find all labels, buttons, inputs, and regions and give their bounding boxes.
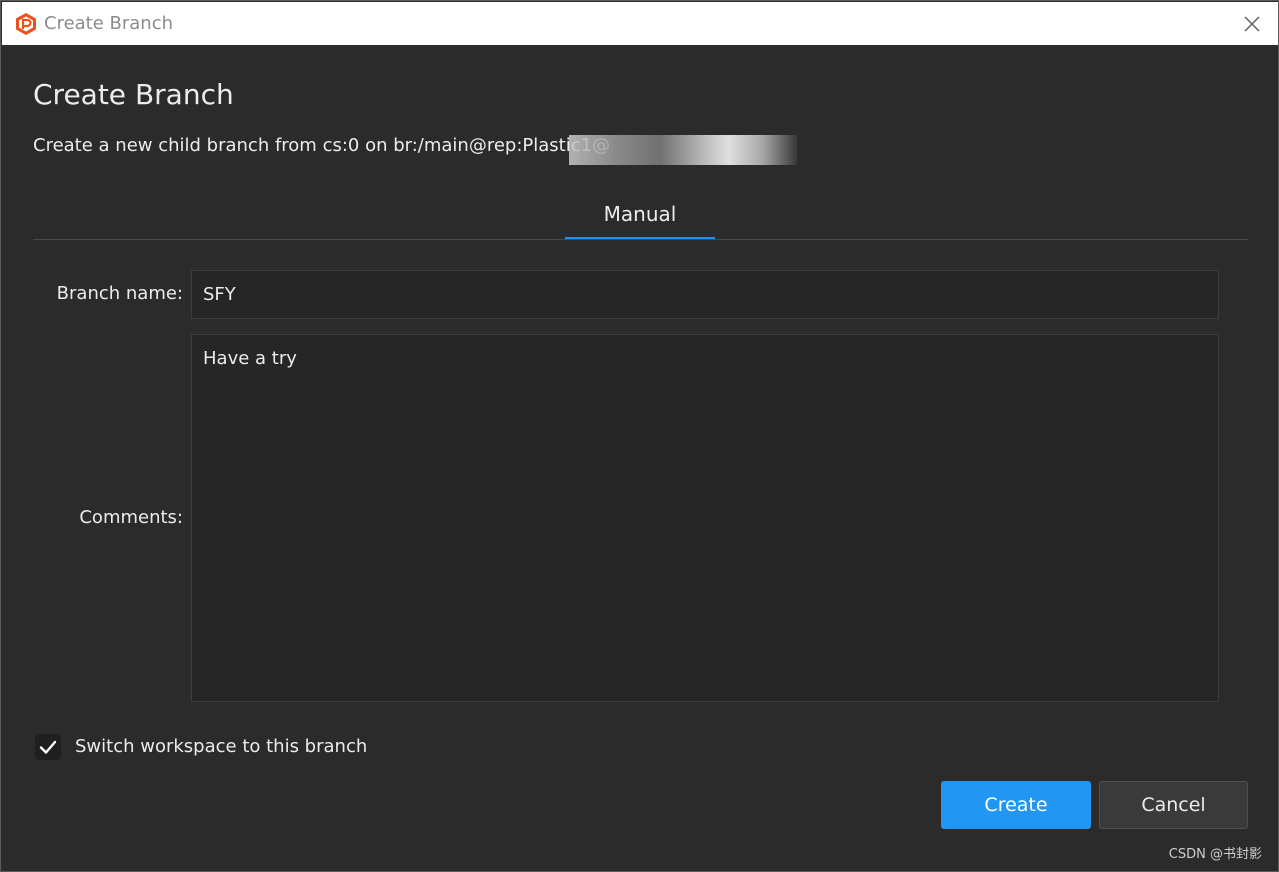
create-branch-dialog: Create Branch Create Branch Create a new… [0,0,1279,872]
redacted-server-name [569,135,797,165]
branch-source-description: Create a new child branch from cs:0 on b… [33,135,611,156]
tab-divider [33,239,1248,240]
switch-workspace-label[interactable]: Switch workspace to this branch [75,736,367,758]
dialog-heading: Create Branch [33,78,234,111]
branch-name-label: Branch name: [56,283,183,304]
cancel-button[interactable]: Cancel [1099,781,1248,829]
checkmark-icon [39,740,57,754]
title-bar: Create Branch [2,2,1278,45]
comments-label: Comments: [79,507,183,528]
watermark: CSDN @书封影 [1168,847,1262,862]
tab-manual[interactable]: Manual [565,199,715,240]
plastic-scm-logo-icon [16,13,36,35]
window-title: Create Branch [44,13,174,34]
comments-textarea[interactable]: Have a try [191,334,1219,702]
close-icon[interactable] [1240,12,1264,36]
branch-name-input[interactable]: SFY [191,270,1219,319]
switch-workspace-checkbox[interactable] [35,734,61,760]
create-button[interactable]: Create [941,781,1091,829]
